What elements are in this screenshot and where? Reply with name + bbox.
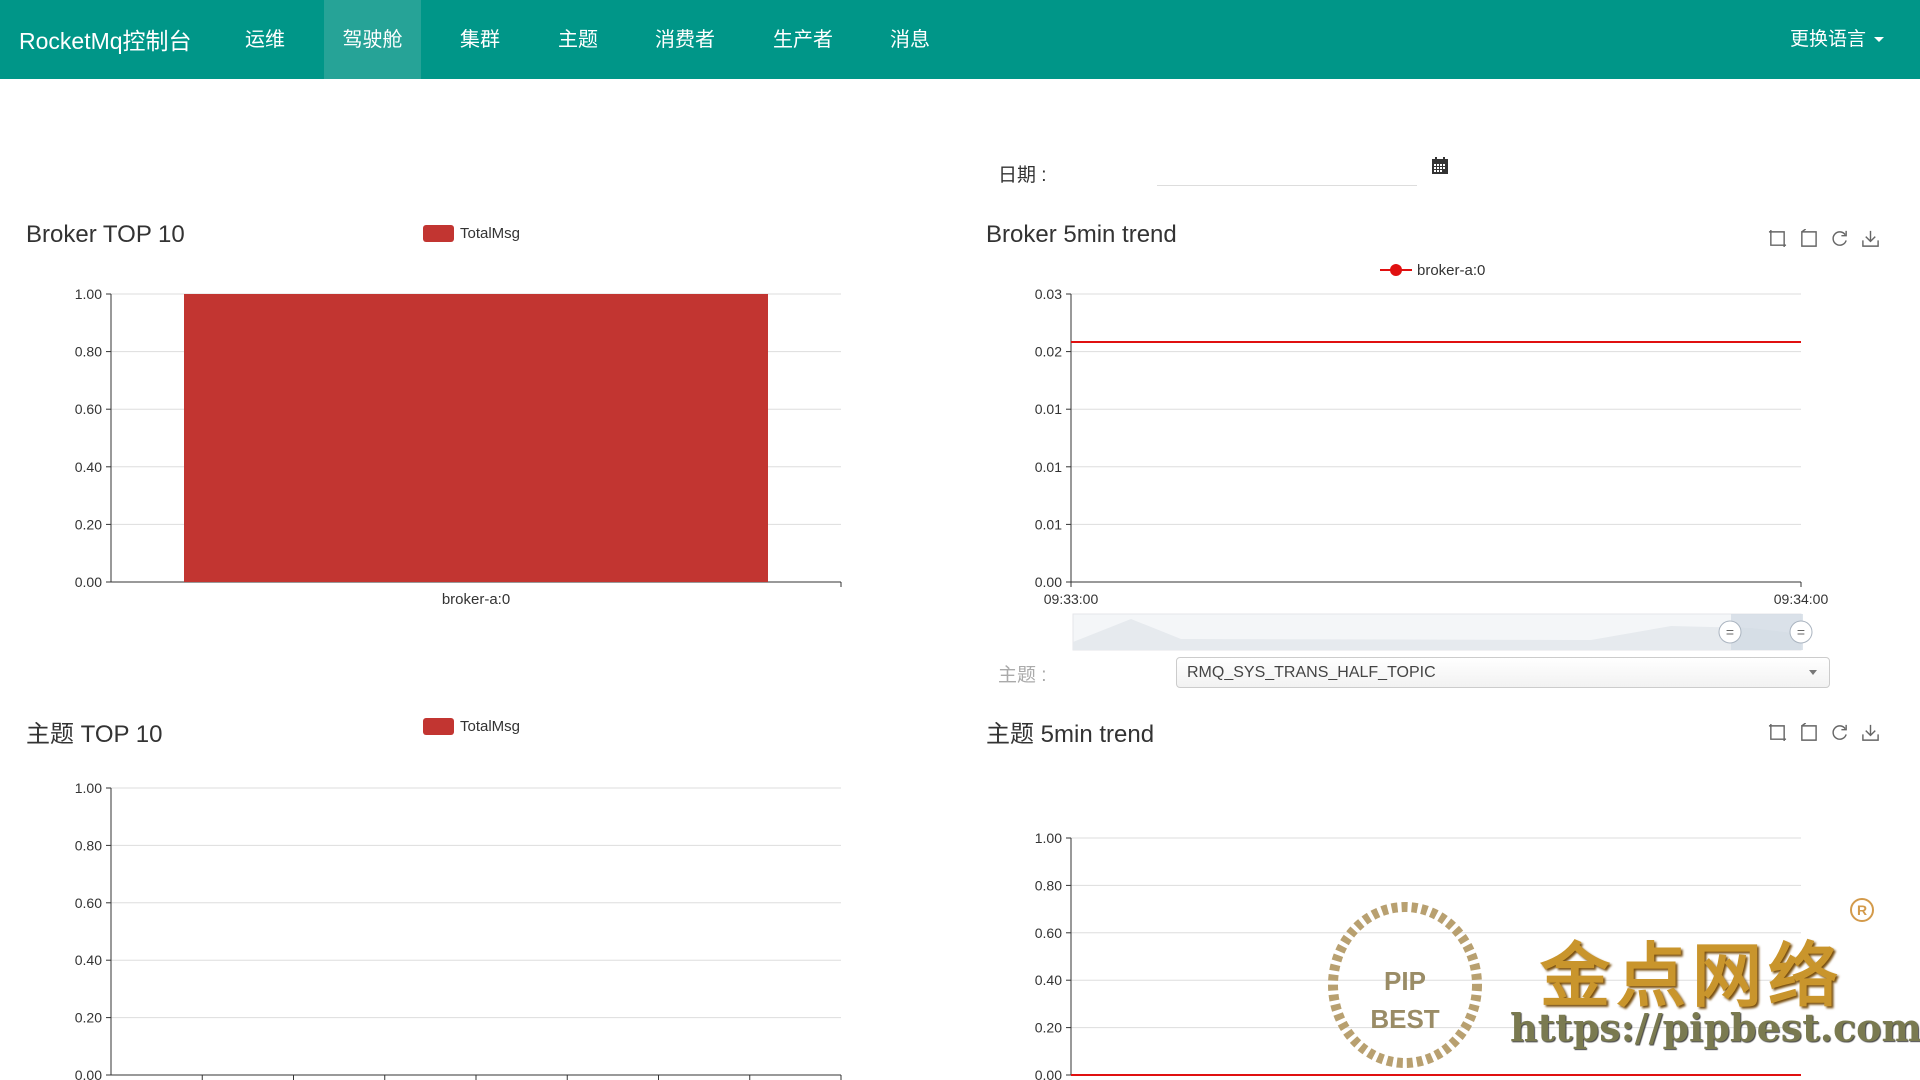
brand-title[interactable]: RocketMq控制台 bbox=[19, 22, 192, 56]
y-tick-label: 0.03 bbox=[1035, 286, 1062, 302]
y-tick-label: 0.60 bbox=[75, 895, 102, 911]
y-tick-label: 0.00 bbox=[1035, 574, 1062, 590]
topic-select-value: RMQ_SYS_TRANS_HALF_TOPIC bbox=[1187, 664, 1436, 681]
date-input[interactable] bbox=[1157, 156, 1417, 186]
broker-trend-title: Broker 5min trend bbox=[986, 221, 1177, 248]
y-tick-label: 0.00 bbox=[1035, 1067, 1062, 1080]
legend-marker bbox=[1390, 264, 1402, 276]
broker-top10-chart[interactable]: 0.00 0.20 0.40 0.60 0.80 1.00 broker-a:0 bbox=[0, 280, 860, 620]
nav-item-message[interactable]: 消息 bbox=[875, 0, 945, 79]
broker-trend-chart[interactable]: 0.00 0.01 0.01 0.01 0.02 0.03 broker-a:0 09:33:… bbox=[960, 260, 1860, 660]
nav-item-cluster[interactable]: 集群 bbox=[445, 0, 515, 79]
y-tick-label: 0.00 bbox=[75, 574, 102, 590]
legend-swatch bbox=[423, 225, 454, 242]
legend-label: TotalMsg bbox=[460, 225, 521, 242]
broker-top10-title: Broker TOP 10 bbox=[26, 221, 185, 248]
legend-label: TotalMsg bbox=[460, 718, 521, 735]
x-tick-label: 09:33:00 bbox=[1044, 591, 1099, 607]
legend-label: broker-a:0 bbox=[1417, 262, 1485, 279]
y-tick-label: 0.02 bbox=[1035, 344, 1062, 360]
y-tick-label: 0.60 bbox=[75, 401, 102, 417]
restore-icon[interactable] bbox=[1830, 229, 1849, 248]
y-tick-label: 0.01 bbox=[1035, 401, 1062, 417]
datazoom-handle-grip: = bbox=[1726, 624, 1734, 640]
language-label: 更换语言 bbox=[1789, 29, 1866, 50]
restore-icon[interactable] bbox=[1830, 723, 1849, 742]
topic-trend-chart[interactable]: 0.00 0.20 0.40 0.60 0.80 1.00 bbox=[960, 820, 1860, 1080]
topic-top10-legend[interactable]: TotalMsg bbox=[423, 718, 520, 735]
nav-item-dashboard[interactable]: 驾驶舱 bbox=[324, 0, 421, 79]
y-tick-label: 0.20 bbox=[75, 516, 102, 532]
language-dropdown[interactable]: 更换语言 bbox=[1790, 24, 1884, 51]
broker-top10-legend[interactable]: TotalMsg bbox=[423, 225, 520, 242]
caret-down-icon bbox=[1874, 37, 1884, 43]
nav-item-ops[interactable]: 运维 bbox=[230, 0, 300, 79]
y-tick-label: 1.00 bbox=[75, 780, 102, 796]
zoom-reset-icon[interactable] bbox=[1799, 229, 1818, 248]
nav-item-topic[interactable]: 主题 bbox=[543, 0, 613, 79]
bar bbox=[184, 294, 768, 582]
save-image-icon[interactable] bbox=[1861, 723, 1880, 742]
zoom-reset-icon[interactable] bbox=[1799, 723, 1818, 742]
y-tick-label: 0.60 bbox=[1035, 925, 1062, 941]
save-image-icon[interactable] bbox=[1861, 229, 1880, 248]
y-tick-label: 0.00 bbox=[75, 1067, 102, 1080]
x-tick-label: 09:34:00 bbox=[1774, 591, 1829, 607]
datazoom-handle-grip: = bbox=[1797, 624, 1805, 640]
zoom-icon[interactable] bbox=[1768, 723, 1787, 742]
date-label: 日期 : bbox=[998, 165, 1047, 186]
y-tick-label: 0.20 bbox=[75, 1010, 102, 1026]
topic-trend-title: 主题 5min trend bbox=[986, 721, 1155, 748]
y-tick-label: 0.40 bbox=[75, 952, 102, 968]
legend-swatch bbox=[423, 718, 454, 735]
topic-top10-title: 主题 TOP 10 bbox=[26, 721, 163, 748]
nav-item-consumer[interactable]: 消费者 bbox=[645, 0, 725, 79]
y-tick-label: 0.80 bbox=[75, 344, 102, 360]
y-tick-label: 0.01 bbox=[1035, 516, 1062, 532]
topic-label: 主题 : bbox=[998, 665, 1047, 686]
calendar-icon[interactable] bbox=[1432, 157, 1448, 174]
y-tick-label: 0.80 bbox=[1035, 877, 1062, 893]
topic-trend-toolbox bbox=[1768, 723, 1880, 742]
y-tick-label: 1.00 bbox=[75, 286, 102, 302]
topic-select[interactable]: RMQ_SYS_TRANS_HALF_TOPIC bbox=[1176, 657, 1830, 688]
top-navbar: RocketMq控制台 运维 驾驶舱 集群 主题 消费者 生产者 消息 更换语言 bbox=[0, 0, 1920, 79]
x-tick-label: broker-a:0 bbox=[442, 591, 510, 608]
y-tick-label: 0.80 bbox=[75, 837, 102, 853]
broker-trend-toolbox bbox=[1768, 229, 1880, 248]
zoom-icon[interactable] bbox=[1768, 229, 1787, 248]
y-tick-label: 0.40 bbox=[1035, 972, 1062, 988]
y-tick-label: 0.01 bbox=[1035, 459, 1062, 475]
chevron-down-icon bbox=[1809, 670, 1817, 675]
y-tick-label: 1.00 bbox=[1035, 830, 1062, 846]
y-tick-label: 0.20 bbox=[1035, 1020, 1062, 1036]
nav-item-producer[interactable]: 生产者 bbox=[763, 0, 843, 79]
y-tick-label: 0.40 bbox=[75, 459, 102, 475]
topic-top10-chart[interactable]: 0.00 0.20 0.40 0.60 0.80 1.00 bbox=[0, 770, 860, 1080]
